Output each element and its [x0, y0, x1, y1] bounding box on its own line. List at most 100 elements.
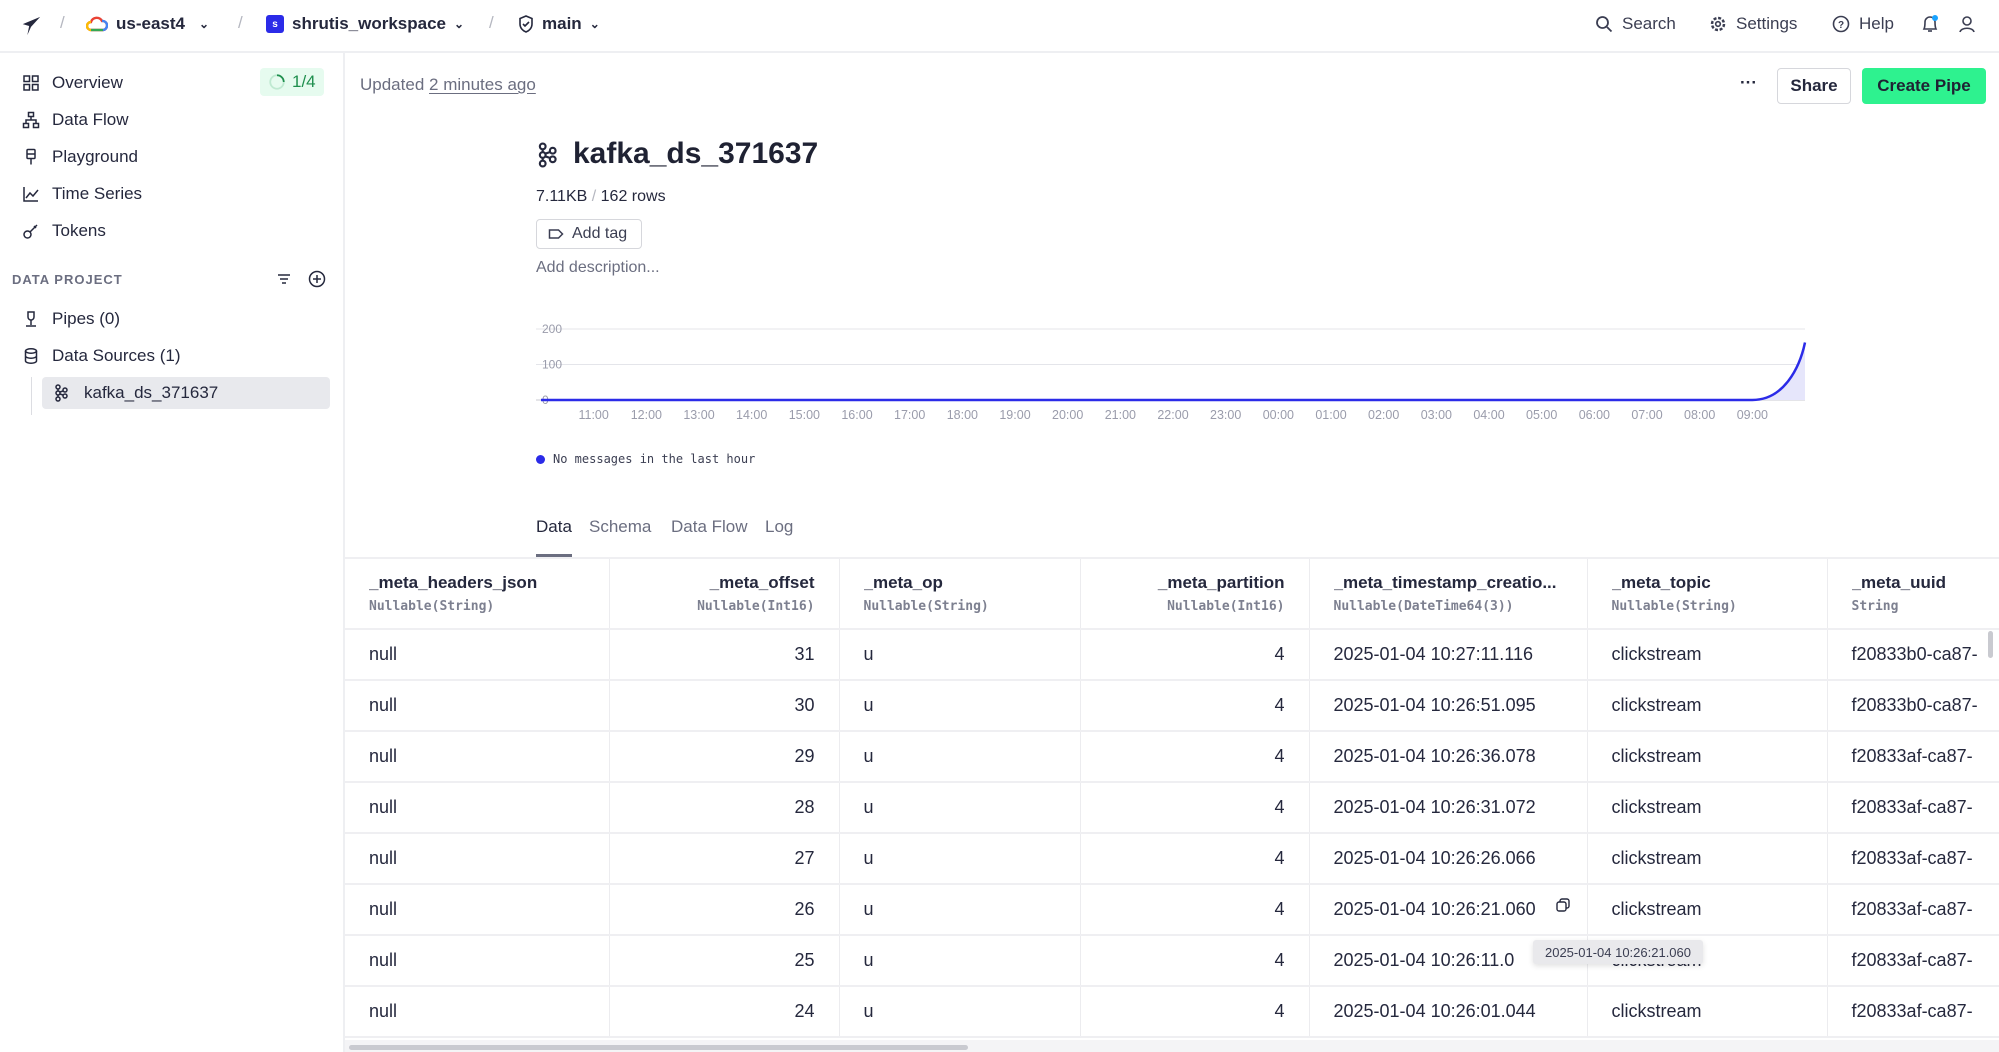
region-selector[interactable]: us-east4 ⌄ — [86, 14, 209, 34]
table-row[interactable]: null 27 u 4 2025-01-04 10:26:26.066 clickstre… — [345, 833, 1999, 885]
table-cell[interactable]: 24 — [609, 986, 840, 1038]
table-cell[interactable]: null — [345, 680, 610, 732]
notification-bell-icon[interactable] — [1920, 14, 1940, 34]
column-header[interactable]: _meta_topic Nullable(String) — [1587, 559, 1828, 630]
horizontal-scrollbar-thumb[interactable] — [349, 1045, 968, 1050]
table-cell[interactable]: 2025-01-04 10:26:51.095 — [1309, 680, 1588, 732]
table-row[interactable]: null 24 u 4 2025-01-04 10:26:01.044 clickstre… — [345, 986, 1999, 1038]
table-cell[interactable]: 4 — [1080, 935, 1310, 987]
column-header[interactable]: _meta_uuid String — [1827, 559, 1999, 630]
table-cell[interactable]: null — [345, 935, 610, 987]
tab-schema[interactable]: Schema — [589, 517, 651, 537]
settings-button[interactable]: Settings — [1709, 14, 1797, 34]
column-header[interactable]: _meta_timestamp_creatio... Nullable(DateT… — [1309, 559, 1588, 630]
table-cell[interactable]: 31 — [609, 629, 840, 681]
table-cell[interactable]: 4 — [1080, 731, 1310, 783]
table-row[interactable]: null25u42025-01-04 10:26:11.0clickstream… — [345, 935, 1999, 987]
table-cell[interactable]: 28 — [609, 782, 840, 834]
table-cell[interactable]: clickstream — [1587, 884, 1828, 936]
copy-icon[interactable] — [1555, 897, 1571, 913]
sidebar-item-data-sources[interactable]: Data Sources (1) — [22, 341, 181, 371]
logo-icon[interactable] — [20, 15, 42, 37]
sidebar-item-data-flow[interactable]: Data Flow — [22, 105, 129, 135]
table-cell[interactable]: 4 — [1080, 680, 1310, 732]
table-cell[interactable]: null — [345, 833, 610, 885]
tab-data-flow[interactable]: Data Flow — [671, 517, 748, 537]
column-header[interactable]: _meta_headers_json Nullable(String) — [345, 559, 610, 630]
sidebar-item-tokens[interactable]: Tokens — [22, 216, 106, 246]
table-cell[interactable]: u — [839, 986, 1081, 1038]
branch-selector[interactable]: main ⌄ — [518, 14, 600, 34]
column-header[interactable]: _meta_partition Nullable(Int16) — [1080, 559, 1310, 630]
table-cell[interactable]: u — [839, 833, 1081, 885]
add-tag-button[interactable]: Add tag — [536, 219, 642, 249]
table-cell[interactable]: f20833af-ca87- — [1827, 731, 1999, 783]
sidebar-item-pipes[interactable]: Pipes (0) — [22, 304, 120, 334]
table-cell[interactable]: u — [839, 731, 1081, 783]
more-options-button[interactable]: ··· — [1740, 73, 1757, 93]
sidebar-item-overview[interactable]: Overview 1/4 — [22, 68, 324, 98]
column-header[interactable]: _meta_offset Nullable(Int16) — [609, 559, 840, 630]
table-row[interactable]: null 28 u 4 2025-01-04 10:26:31.072 clickstre… — [345, 782, 1999, 834]
table-cell[interactable]: f20833b0-ca87- — [1827, 680, 1999, 732]
table-row[interactable]: null 26 u 4 2025-01-04 10:26:21.060 clickstre… — [345, 884, 1999, 936]
table-cell[interactable]: 27 — [609, 833, 840, 885]
workspace-selector[interactable]: s shrutis_workspace ⌄ — [266, 14, 464, 34]
table-cell[interactable]: 4 — [1080, 629, 1310, 681]
table-cell[interactable]: null — [345, 986, 610, 1038]
table-cell[interactable]: clickstream — [1587, 986, 1828, 1038]
user-avatar-icon[interactable] — [1957, 14, 1977, 34]
table-cell[interactable]: 2025-01-04 10:26:21.060 — [1309, 884, 1588, 936]
table-cell[interactable]: f20833af-ca87- — [1827, 935, 1999, 987]
updated-time-link[interactable]: 2 minutes ago — [429, 75, 536, 94]
table-row[interactable]: null 30 u 4 2025-01-04 10:26:51.095 clickstre… — [345, 680, 1999, 732]
table-cell[interactable]: 2025-01-04 10:27:11.116 — [1309, 629, 1588, 681]
table-cell[interactable]: u — [839, 680, 1081, 732]
table-cell[interactable]: clickstream — [1587, 680, 1828, 732]
table-cell[interactable]: null — [345, 884, 610, 936]
add-circle-icon[interactable] — [308, 270, 326, 288]
horizontal-scrollbar[interactable] — [345, 1040, 1999, 1052]
filter-icon[interactable] — [276, 271, 292, 287]
add-description-field[interactable]: Add description... — [536, 259, 660, 277]
table-cell[interactable]: null — [345, 731, 610, 783]
progress-badge[interactable]: 1/4 — [260, 68, 324, 96]
table-cell[interactable]: 4 — [1080, 986, 1310, 1038]
table-row[interactable]: null 29 u 4 2025-01-04 10:26:36.078 clickstre… — [345, 731, 1999, 783]
table-cell[interactable]: 2025-01-04 10:26:01.044 — [1309, 986, 1588, 1038]
table-cell[interactable]: u — [839, 629, 1081, 681]
table-cell[interactable]: f20833af-ca87- — [1827, 782, 1999, 834]
tab-log[interactable]: Log — [765, 517, 793, 537]
table-cell[interactable]: clickstream — [1587, 629, 1828, 681]
table-cell[interactable]: null — [345, 629, 610, 681]
table-cell[interactable]: clickstream — [1587, 782, 1828, 834]
sidebar-item-kafka-ds[interactable]: kafka_ds_371637 — [42, 377, 330, 409]
table-cell[interactable]: clickstream — [1587, 833, 1828, 885]
table-cell[interactable]: 26 — [609, 884, 840, 936]
table-cell[interactable]: f20833af-ca87- — [1827, 986, 1999, 1038]
table-cell[interactable]: u — [839, 935, 1081, 987]
search-button[interactable]: Search — [1595, 14, 1676, 34]
column-header[interactable]: _meta_op Nullable(String) — [839, 559, 1081, 630]
table-cell[interactable]: f20833b0-ca87- — [1827, 629, 1999, 681]
table-cell[interactable]: 4 — [1080, 884, 1310, 936]
table-cell[interactable]: 2025-01-04 10:26:26.066 — [1309, 833, 1588, 885]
table-cell[interactable]: clickstream — [1587, 731, 1828, 783]
vertical-scrollbar-thumb[interactable] — [1988, 631, 1993, 658]
table-cell[interactable]: u — [839, 782, 1081, 834]
sidebar-item-time-series[interactable]: Time Series — [22, 179, 142, 209]
create-pipe-button[interactable]: Create Pipe — [1862, 68, 1986, 104]
table-cell[interactable]: 2025-01-04 10:26:36.078 — [1309, 731, 1588, 783]
table-cell[interactable]: 2025-01-04 10:26:31.072 — [1309, 782, 1588, 834]
share-button[interactable]: Share — [1777, 68, 1851, 104]
table-cell[interactable]: u — [839, 884, 1081, 936]
table-cell[interactable]: f20833af-ca87- — [1827, 833, 1999, 885]
table-row[interactable]: null 31 u 4 2025-01-04 10:27:11.116 clickstre… — [345, 629, 1999, 681]
table-cell[interactable]: 4 — [1080, 833, 1310, 885]
help-button[interactable]: ? Help — [1832, 14, 1894, 34]
table-cell[interactable]: null — [345, 782, 610, 834]
table-cell[interactable]: 29 — [609, 731, 840, 783]
table-cell[interactable]: f20833af-ca87- — [1827, 884, 1999, 936]
table-cell[interactable]: 4 — [1080, 782, 1310, 834]
table-cell[interactable]: 25 — [609, 935, 840, 987]
